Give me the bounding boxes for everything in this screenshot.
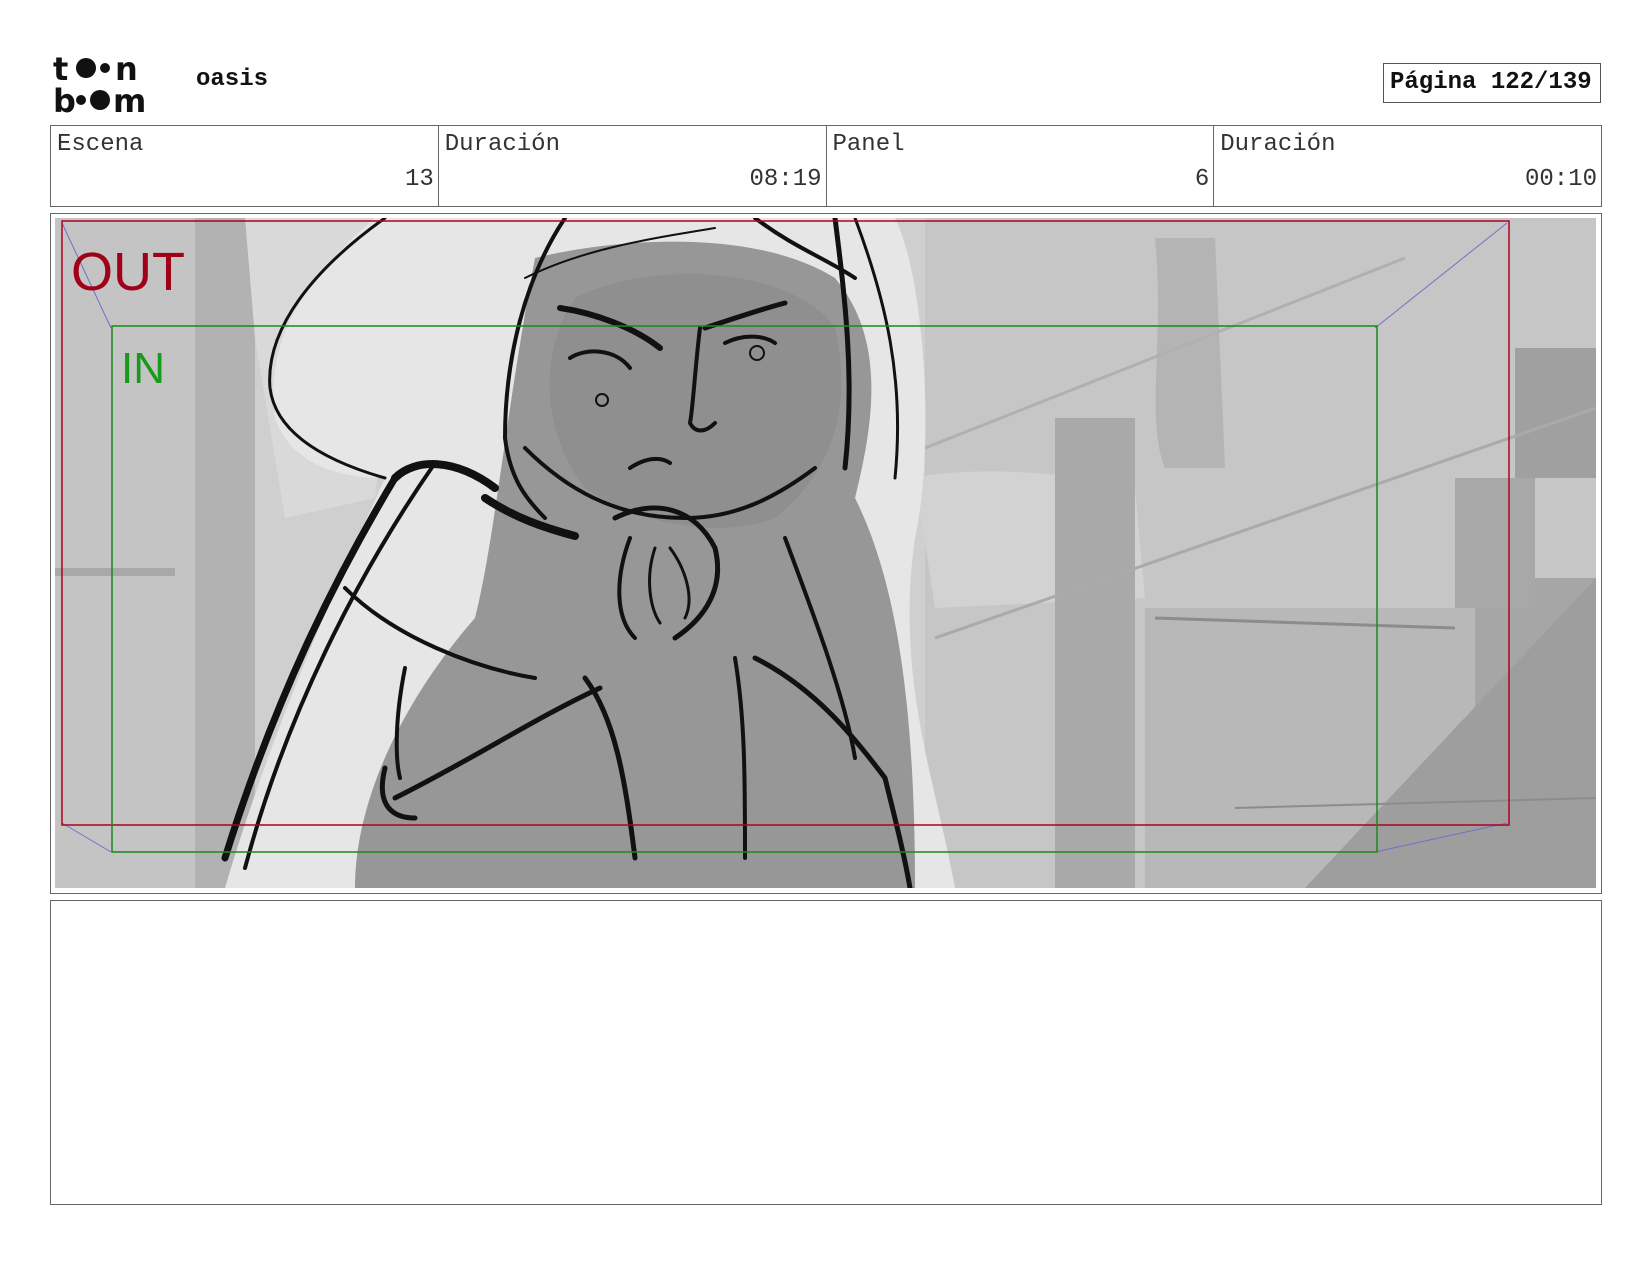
scene-value: 13: [404, 166, 434, 193]
panel-value: 6: [1194, 166, 1210, 193]
toon-boom-logo: t n b m: [53, 52, 146, 114]
project-title: oasis: [196, 66, 269, 93]
page-indicator: Página 122/139: [1383, 63, 1601, 103]
scene-duration-cell: Duración 08:19: [439, 126, 827, 206]
scene-duration-value: 08:19: [749, 166, 822, 193]
panel-duration-value: 00:10: [1524, 166, 1597, 193]
scene-cell: Escena 13: [51, 126, 439, 206]
storyboard-panel: OUT IN: [50, 213, 1602, 894]
panel-duration-cell: Duración 00:10: [1214, 126, 1601, 206]
svg-text:m: m: [113, 82, 146, 114]
in-frame-label: IN: [121, 344, 165, 393]
notes-area[interactable]: [50, 900, 1602, 1205]
scene-duration-label: Duración: [444, 131, 560, 158]
panel-info-row: Escena 13 Duración 08:19 Panel 6 Duració…: [50, 125, 1602, 207]
panel-label: Panel: [832, 131, 905, 158]
panel-artwork: OUT IN: [55, 218, 1596, 888]
panel-cell: Panel 6: [827, 126, 1215, 206]
svg-text:b: b: [53, 82, 76, 114]
scene-label: Escena: [57, 131, 144, 158]
panel-duration-label: Duración: [1220, 131, 1336, 158]
out-frame-label: OUT: [71, 242, 185, 302]
